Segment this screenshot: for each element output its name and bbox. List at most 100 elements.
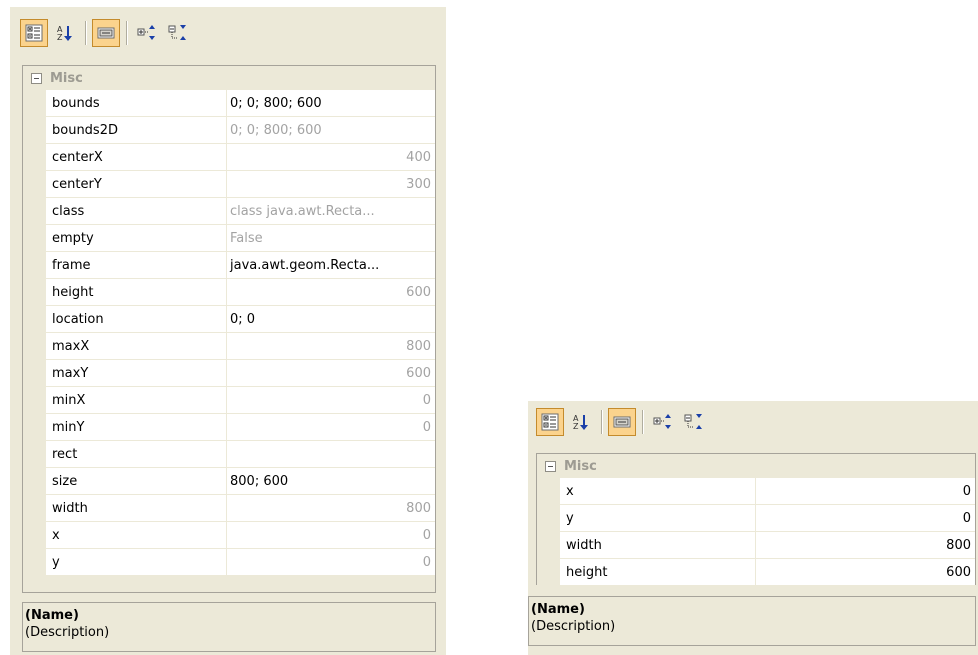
property-value[interactable]: 800 [756, 532, 975, 559]
property-value: 0 [227, 549, 435, 576]
collapse-all-button[interactable] [680, 408, 708, 436]
property-value: class java.awt.Recta... [227, 198, 435, 225]
property-row[interactable]: location 0; 0 [23, 306, 435, 333]
row-gutter [23, 117, 46, 144]
property-name[interactable]: x [46, 522, 227, 549]
property-name[interactable]: y [46, 549, 227, 576]
property-value: 0 [227, 387, 435, 414]
row-gutter [23, 387, 46, 414]
property-row[interactable]: width 800 [23, 495, 435, 522]
property-name[interactable]: width [560, 532, 756, 559]
property-name[interactable]: centerX [46, 144, 227, 171]
property-value[interactable]: 0 [756, 505, 975, 532]
row-gutter [23, 252, 46, 279]
property-name[interactable]: y [560, 505, 756, 532]
row-gutter [537, 532, 560, 559]
property-row[interactable]: bounds2D 0; 0; 800; 600 [23, 117, 435, 144]
categorized-icon [25, 24, 43, 42]
row-gutter [537, 478, 560, 505]
property-pages-button[interactable] [608, 408, 636, 436]
property-name[interactable]: x [560, 478, 756, 505]
collapse-all-icon [168, 25, 186, 40]
property-name[interactable]: height [560, 559, 756, 586]
property-name[interactable]: bounds [46, 90, 227, 117]
row-gutter [23, 522, 46, 549]
property-row[interactable]: maxX 800 [23, 333, 435, 360]
property-row[interactable]: x0 [23, 522, 435, 549]
collapse-all-button[interactable] [164, 19, 192, 47]
row-gutter [23, 414, 46, 441]
property-name[interactable]: maxX [46, 333, 227, 360]
property-name[interactable]: class [46, 198, 227, 225]
collapse-all-icon [684, 414, 702, 429]
property-value: False [227, 225, 435, 252]
property-name[interactable]: bounds2D [46, 117, 227, 144]
property-row[interactable]: bounds 0; 0; 800; 600 [23, 90, 435, 117]
property-value: 800 [227, 333, 435, 360]
property-value: 0; 0; 800; 600 [227, 117, 435, 144]
row-gutter [23, 468, 46, 495]
description-text: (Description) [25, 625, 110, 640]
property-row[interactable]: height 600 [537, 559, 975, 586]
property-row[interactable]: frame java.awt.geom.Recta... [23, 252, 435, 279]
property-rows: x 0 y 0 width 800 height 600 [537, 478, 975, 586]
property-name[interactable]: empty [46, 225, 227, 252]
property-row[interactable]: y0 [537, 505, 975, 532]
property-row[interactable]: y0 [23, 549, 435, 576]
property-name[interactable]: rect [46, 441, 227, 468]
category-row[interactable]: Misc [23, 66, 435, 90]
property-row[interactable]: centerY 300 [23, 171, 435, 198]
categorized-view-button[interactable] [536, 408, 564, 436]
row-gutter [23, 171, 46, 198]
description-text: (Description) [531, 619, 616, 634]
expand-all-button[interactable] [649, 408, 677, 436]
property-name[interactable]: width [46, 495, 227, 522]
property-row[interactable]: centerX 400 [23, 144, 435, 171]
property-value[interactable]: 0; 0; 800; 600 [227, 90, 435, 117]
property-row[interactable]: size 800; 600 [23, 468, 435, 495]
expand-all-icon [653, 414, 671, 429]
property-row[interactable]: maxY 600 [23, 360, 435, 387]
property-row[interactable]: empty False [23, 225, 435, 252]
property-pages-button[interactable] [92, 19, 120, 47]
property-row[interactable]: minY 0 [23, 414, 435, 441]
property-name[interactable]: location [46, 306, 227, 333]
property-value[interactable]: 0; 0 [227, 306, 435, 333]
collapse-icon[interactable] [545, 460, 556, 472]
alphabetical-view-button[interactable]: A Z [567, 408, 595, 436]
property-name[interactable]: frame [46, 252, 227, 279]
property-row[interactable]: height 600 [23, 279, 435, 306]
categorized-icon [541, 413, 559, 431]
description-title: (Name) [25, 608, 79, 623]
property-name[interactable]: size [46, 468, 227, 495]
expand-all-button[interactable] [133, 19, 161, 47]
svg-text:Z: Z [57, 33, 63, 42]
property-value[interactable]: java.awt.geom.Recta... [227, 252, 435, 279]
svg-text:Z: Z [573, 422, 579, 431]
alphabetical-sort-icon: A Z [57, 25, 72, 42]
property-row[interactable]: class class java.awt.Recta... [23, 198, 435, 225]
property-value[interactable]: 800; 600 [227, 468, 435, 495]
property-value[interactable]: 0 [756, 478, 975, 505]
property-value[interactable] [227, 441, 435, 468]
property-row[interactable]: x0 [537, 478, 975, 505]
collapse-icon[interactable] [31, 72, 42, 84]
alphabetical-view-button[interactable]: A Z [51, 19, 79, 47]
row-gutter [537, 505, 560, 532]
toolbar-separator [85, 21, 86, 45]
property-name[interactable]: height [46, 279, 227, 306]
row-gutter [23, 306, 46, 333]
property-value[interactable]: 600 [756, 559, 975, 586]
property-name[interactable]: centerY [46, 171, 227, 198]
property-name[interactable]: minX [46, 387, 227, 414]
property-row[interactable]: rect [23, 441, 435, 468]
row-gutter [23, 333, 46, 360]
category-row[interactable]: Misc [537, 454, 975, 478]
property-row[interactable]: width 800 [537, 532, 975, 559]
property-grid: Misc bounds 0; 0; 800; 600 bounds2D 0; 0; 8… [22, 65, 436, 593]
property-name[interactable]: minY [46, 414, 227, 441]
description-pane: (Name) (Description) [528, 596, 976, 646]
property-name[interactable]: maxY [46, 360, 227, 387]
categorized-view-button[interactable] [20, 19, 48, 47]
property-row[interactable]: minX 0 [23, 387, 435, 414]
